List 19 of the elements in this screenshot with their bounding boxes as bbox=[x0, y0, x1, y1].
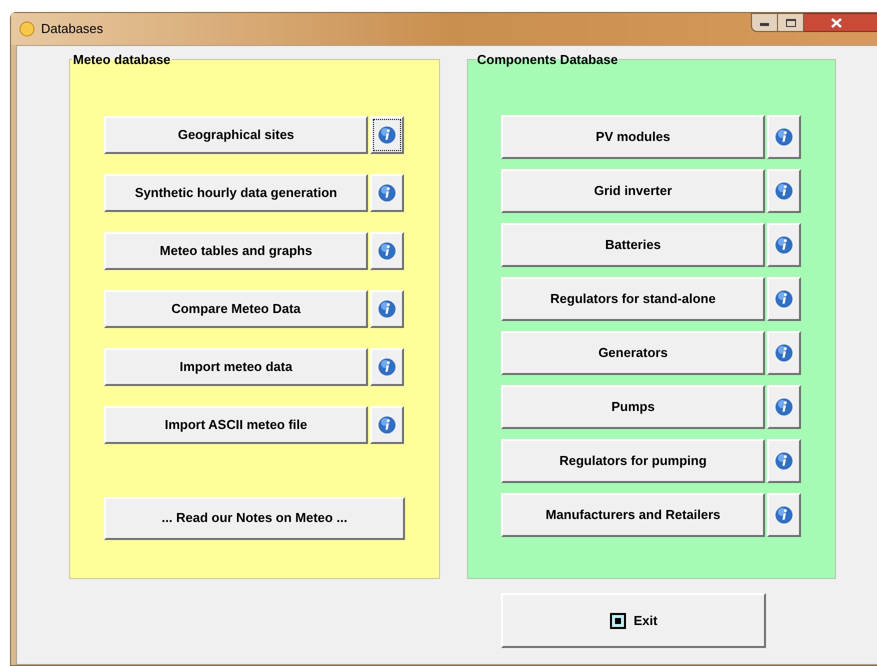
database-button[interactable]: Batteries bbox=[501, 222, 765, 266]
database-button[interactable]: Geographical sites bbox=[104, 116, 368, 154]
exit-button[interactable]: Exit bbox=[501, 593, 766, 648]
database-button[interactable]: Import meteo data bbox=[104, 348, 368, 386]
database-button[interactable]: Grid inverter bbox=[501, 168, 765, 212]
database-button[interactable]: Synthetic hourly data generation bbox=[104, 174, 368, 212]
database-button[interactable]: Import ASCII meteo file bbox=[104, 406, 368, 444]
database-button[interactable]: Regulators for pumping bbox=[501, 438, 765, 482]
notes-button[interactable]: ... Read our Notes on Meteo ... bbox=[104, 496, 405, 540]
group-title: Meteo database bbox=[72, 51, 172, 69]
database-button[interactable]: Generators bbox=[501, 330, 765, 374]
database-button[interactable]: PV modules bbox=[501, 114, 765, 158]
window-title: Databases bbox=[41, 20, 104, 38]
group-title: Components Database bbox=[476, 51, 619, 69]
database-button[interactable]: Pumps bbox=[501, 384, 765, 428]
database-button[interactable]: Meteo tables and graphs bbox=[104, 232, 368, 270]
database-button[interactable]: Regulators for stand-alone bbox=[501, 276, 765, 320]
database-button[interactable]: Manufacturers and Retailers bbox=[501, 492, 765, 536]
database-button[interactable]: Compare Meteo Data bbox=[104, 290, 368, 328]
